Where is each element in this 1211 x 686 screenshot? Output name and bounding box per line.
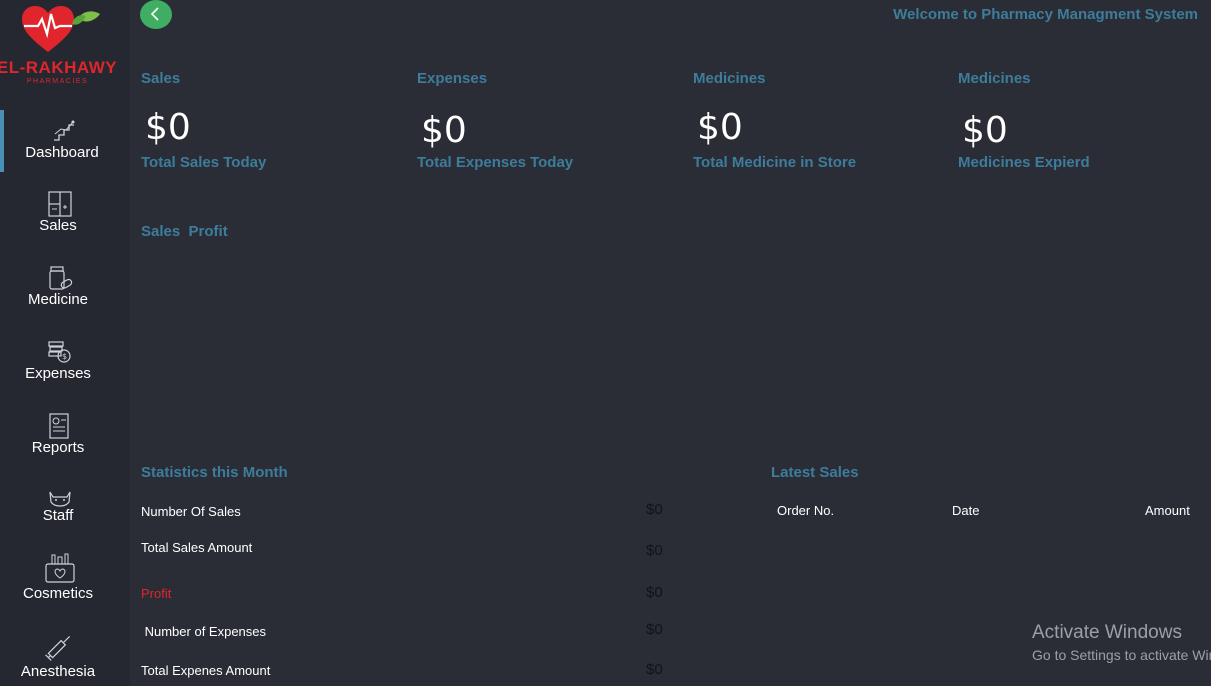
sidebar-item-label: Sales bbox=[39, 217, 77, 234]
heart-pulse-logo-icon bbox=[22, 6, 100, 52]
sidebar-item-anesthesia[interactable]: Anesthesia bbox=[0, 628, 130, 686]
card-medicines-value: $0 bbox=[697, 107, 743, 148]
stat-number-of-sales-label: Number Of Sales bbox=[141, 504, 241, 519]
sidebar-item-label: Reports bbox=[31, 439, 85, 456]
column-header-amount[interactable]: Amount bbox=[1145, 503, 1190, 518]
stat-total-sales-label: Total Sales Amount bbox=[141, 540, 253, 555]
column-header-order-no[interactable]: Order No. bbox=[777, 503, 834, 518]
sidebar-item-expenses[interactable]: $ Expenses bbox=[0, 337, 130, 399]
sidebar-item-label: Expenses bbox=[25, 365, 91, 382]
sidebar: EL-RAKHAWY PHARMACIES Dashboard Sales Me… bbox=[0, 0, 130, 686]
card-expenses-value: $0 bbox=[421, 110, 467, 151]
column-header-date[interactable]: Date bbox=[952, 503, 979, 518]
sidebar-item-label: Medicine bbox=[27, 291, 89, 308]
stat-number-of-sales-value: $0 bbox=[646, 501, 663, 518]
sidebar-item-label: Staff bbox=[42, 507, 74, 524]
back-button[interactable] bbox=[140, 0, 172, 29]
syringe-icon bbox=[45, 635, 71, 661]
stat-profit-value: $0 bbox=[646, 584, 663, 601]
logo: EL-RAKHAWY PHARMACIES bbox=[0, 0, 130, 95]
card-expired-title: Medicines bbox=[958, 70, 1031, 87]
stat-number-of-expenses-value: $0 bbox=[646, 621, 663, 638]
brand-name: EL-RAKHAWY bbox=[0, 58, 118, 77]
stat-total-expenses-value: $0 bbox=[646, 661, 663, 678]
sidebar-item-reports[interactable]: Reports bbox=[0, 411, 130, 473]
card-sales-subtitle: Total Sales Today bbox=[141, 154, 267, 171]
stat-total-expenses-label: Total Expenes Amount bbox=[141, 663, 271, 678]
svg-text:$: $ bbox=[62, 352, 67, 361]
chevron-left-icon bbox=[150, 7, 159, 21]
register-icon bbox=[48, 191, 72, 217]
sales-profit-title: Sales Profit bbox=[141, 223, 228, 240]
pill-bottle-icon bbox=[49, 266, 73, 290]
stat-total-sales-value: $0 bbox=[646, 542, 663, 559]
sidebar-item-staff[interactable]: Staff bbox=[0, 485, 130, 547]
welcome-message: Welcome to Pharmacy Managment System bbox=[893, 6, 1198, 23]
brand-subtitle: PHARMACIES bbox=[26, 78, 89, 85]
sidebar-item-cosmetics[interactable]: Cosmetics bbox=[0, 552, 130, 614]
sidebar-item-label: Dashboard bbox=[25, 144, 99, 161]
card-medicines-subtitle: Total Medicine in Store bbox=[693, 154, 857, 171]
stat-profit-label: Profit bbox=[141, 586, 172, 601]
coins-icon: $ bbox=[48, 341, 71, 363]
sidebar-item-medicine[interactable]: Medicine bbox=[0, 263, 130, 325]
card-sales-value: $0 bbox=[145, 107, 191, 148]
sidebar-item-label: Anesthesia bbox=[20, 663, 96, 680]
latest-sales-title: Latest Sales bbox=[771, 464, 859, 481]
sidebar-item-dashboard[interactable]: Dashboard bbox=[0, 110, 130, 172]
chart-stairs-icon bbox=[54, 120, 75, 141]
activate-windows-title: Activate Windows bbox=[1032, 622, 1182, 643]
card-medicines-title: Medicines bbox=[693, 70, 766, 87]
report-icon bbox=[49, 413, 69, 439]
card-sales-title: Sales bbox=[141, 70, 181, 87]
cosmetics-bag-icon bbox=[45, 553, 75, 583]
sidebar-item-label: Cosmetics bbox=[22, 585, 93, 602]
card-expenses-title: Expenses bbox=[417, 70, 488, 87]
statistics-title: Statistics this Month bbox=[141, 464, 288, 481]
stat-number-of-expenses-label: Number of Expenses bbox=[141, 624, 267, 639]
card-expired-value: $0 bbox=[962, 110, 1008, 151]
sidebar-item-sales[interactable]: Sales bbox=[0, 189, 130, 251]
card-expired-subtitle: Medicines Expierd bbox=[958, 154, 1090, 171]
activate-windows-subtitle: Go to Settings to activate Windows. bbox=[1032, 647, 1211, 663]
card-expenses-subtitle: Total Expenses Today bbox=[417, 154, 574, 171]
